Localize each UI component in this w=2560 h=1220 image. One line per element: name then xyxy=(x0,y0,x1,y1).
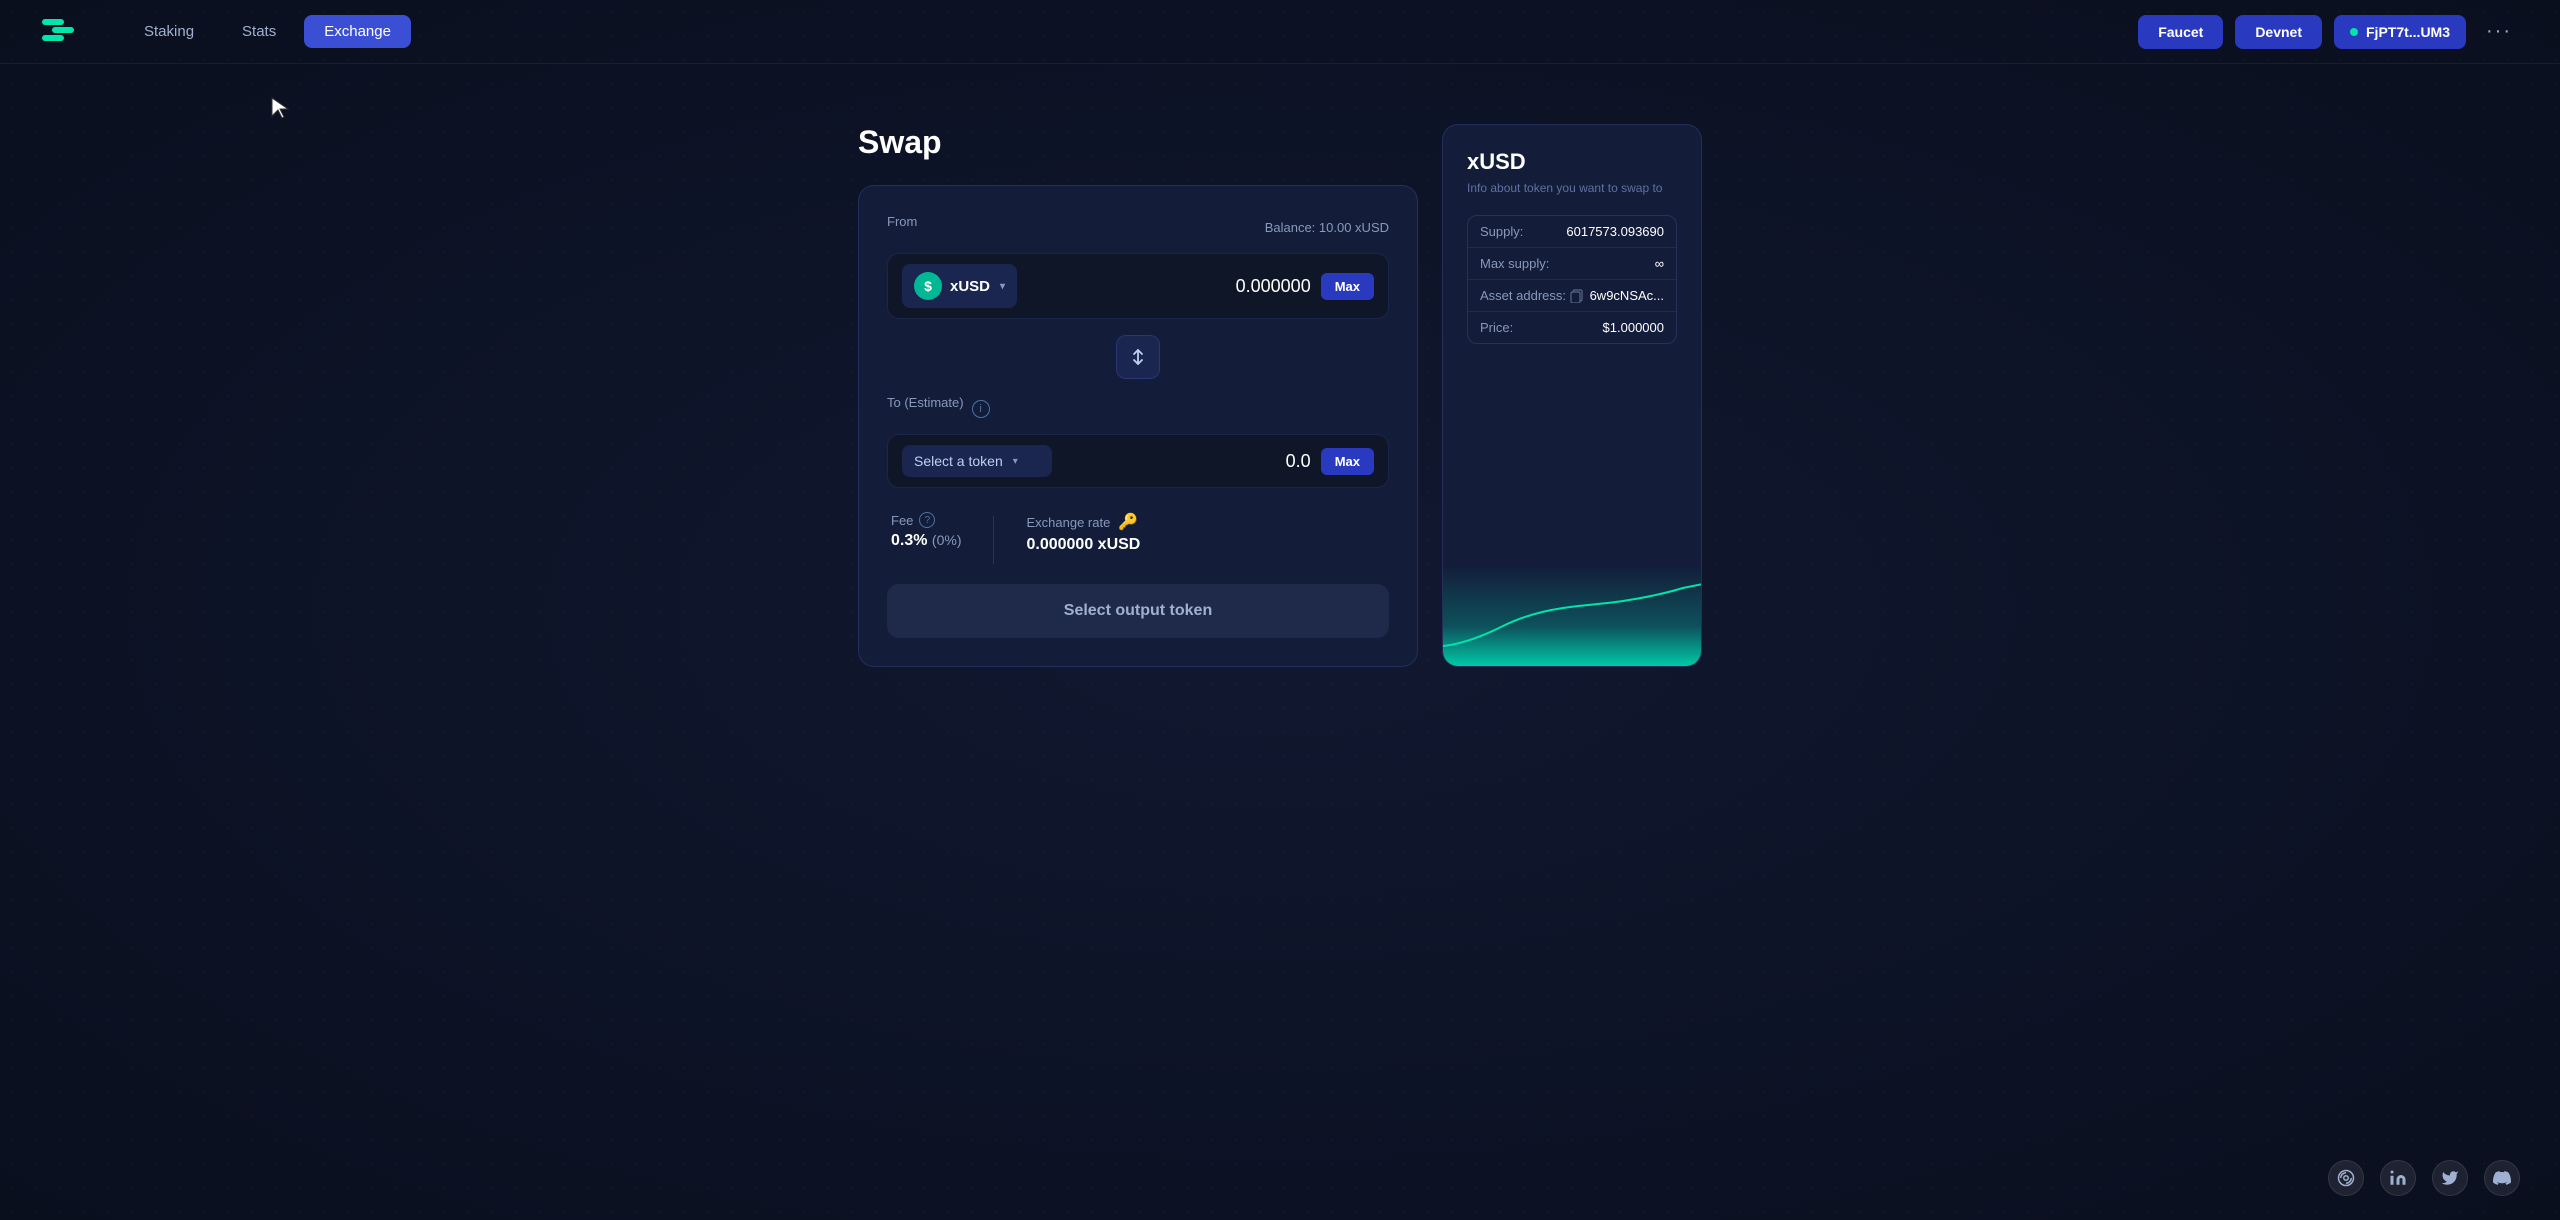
chart-area xyxy=(1443,566,1701,666)
logo[interactable] xyxy=(40,11,76,52)
from-token-name: xUSD xyxy=(950,278,990,295)
supply-row: Supply: 6017573.093690 xyxy=(1468,216,1676,248)
info-card-subtitle: Info about token you want to swap to xyxy=(1467,181,1677,195)
fee-pct-display: (0%) xyxy=(932,532,962,548)
nav-stats[interactable]: Stats xyxy=(222,15,296,48)
info-card-title: xUSD xyxy=(1467,149,1677,175)
devnet-button[interactable]: Devnet xyxy=(2235,15,2322,49)
nav-staking[interactable]: Staking xyxy=(124,15,214,48)
left-section: Swap From Balance: 10.00 xUSD $ xUSD ▾ M… xyxy=(858,124,1418,667)
main-content: Swap From Balance: 10.00 xUSD $ xUSD ▾ M… xyxy=(0,64,2560,727)
info-card: xUSD Info about token you want to swap t… xyxy=(1442,124,1702,667)
xusd-icon: $ xyxy=(914,272,942,300)
fee-value: 0.3% xyxy=(891,532,927,549)
swap-icon-wrapper xyxy=(887,335,1389,379)
asset-address-row: Asset address: 6w9cNSAc... xyxy=(1468,280,1676,312)
fee-divider xyxy=(993,516,994,564)
to-info-icon[interactable]: i xyxy=(972,400,990,418)
max-supply-value: ∞ xyxy=(1655,256,1664,271)
to-token-chevron-icon: ▾ xyxy=(1013,456,1018,467)
faucet-button[interactable]: Faucet xyxy=(2138,15,2223,49)
from-token-select[interactable]: $ xUSD ▾ xyxy=(902,264,1017,308)
balance-label: Balance: 10.00 xUSD xyxy=(1265,220,1389,235)
page-title: Swap xyxy=(858,124,1418,161)
from-token-chevron-icon: ▾ xyxy=(1000,281,1005,292)
from-max-button[interactable]: Max xyxy=(1321,273,1374,300)
price-row: Price: $1.000000 xyxy=(1468,312,1676,343)
nav-exchange[interactable]: Exchange xyxy=(304,15,411,48)
select-output-button[interactable]: Select output token xyxy=(887,584,1389,638)
price-label: Price: xyxy=(1480,320,1513,335)
exchange-rate-icon: 🔑 xyxy=(1118,512,1138,532)
price-value: $1.000000 xyxy=(1603,320,1664,335)
more-menu-button[interactable]: ··· xyxy=(2478,16,2520,47)
navbar: Staking Stats Exchange Faucet Devnet FjP… xyxy=(0,0,2560,64)
supply-value: 6017573.093690 xyxy=(1566,224,1664,239)
swap-wrapper: Swap From Balance: 10.00 xUSD $ xUSD ▾ M… xyxy=(580,124,1980,667)
fee-label-row: Fee ? xyxy=(891,512,961,528)
exchange-rate-section: Exchange rate 🔑 0.000000 xUSD xyxy=(1026,512,1140,554)
to-amount-input[interactable] xyxy=(1062,451,1311,472)
swap-card: From Balance: 10.00 xUSD $ xUSD ▾ Max xyxy=(858,185,1418,667)
fee-label: Fee xyxy=(891,513,913,528)
nav-right: Faucet Devnet FjPT7t...UM3 ··· xyxy=(2138,15,2520,49)
linkedin-icon[interactable] xyxy=(2380,1160,2416,1196)
info-table: Supply: 6017573.093690 Max supply: ∞ Ass… xyxy=(1467,215,1677,344)
swap-direction-button[interactable] xyxy=(1116,335,1160,379)
info-card-body: xUSD Info about token you want to swap t… xyxy=(1443,125,1701,566)
twitter-icon[interactable] xyxy=(2432,1160,2468,1196)
to-input-row: Select a token ▾ Max xyxy=(887,434,1389,488)
wallet-status-dot xyxy=(2350,28,2358,36)
from-input-row: $ xUSD ▾ Max xyxy=(887,253,1389,319)
discord-icon[interactable] xyxy=(2484,1160,2520,1196)
nav-links: Staking Stats Exchange xyxy=(124,15,411,48)
fee-value-row: 0.3% (0%) xyxy=(891,532,961,550)
max-supply-row: Max supply: ∞ xyxy=(1468,248,1676,280)
asset-address-label: Asset address: xyxy=(1480,288,1566,303)
to-label: To (Estimate) xyxy=(887,395,964,410)
asset-address-value: 6w9cNSAc... xyxy=(1570,288,1664,303)
podcast-icon[interactable] xyxy=(2328,1160,2364,1196)
chart-svg xyxy=(1443,566,1701,666)
exchange-rate-label: Exchange rate xyxy=(1026,515,1110,530)
exchange-rate-value: 0.000000 xUSD xyxy=(1026,536,1140,554)
from-label: From xyxy=(887,214,917,229)
footer-social-icons xyxy=(2328,1160,2520,1196)
wallet-address-label: FjPT7t...UM3 xyxy=(2366,24,2450,40)
fee-section: Fee ? 0.3% (0%) xyxy=(891,512,961,550)
fee-help-icon[interactable]: ? xyxy=(919,512,935,528)
fee-exchange-row: Fee ? 0.3% (0%) Exchange rate xyxy=(887,512,1389,564)
from-amount-input[interactable] xyxy=(1027,276,1311,297)
wallet-button[interactable]: FjPT7t...UM3 xyxy=(2334,15,2466,49)
max-supply-label: Max supply: xyxy=(1480,256,1549,271)
from-header: From Balance: 10.00 xUSD xyxy=(887,214,1389,241)
supply-label: Supply: xyxy=(1480,224,1523,239)
to-token-select-label: Select a token xyxy=(914,453,1003,469)
to-header: To (Estimate) i xyxy=(887,395,1389,422)
copy-icon[interactable] xyxy=(1570,289,1584,303)
to-max-button[interactable]: Max xyxy=(1321,448,1374,475)
to-token-select[interactable]: Select a token ▾ xyxy=(902,445,1052,477)
exchange-label-row: Exchange rate 🔑 xyxy=(1026,512,1140,532)
